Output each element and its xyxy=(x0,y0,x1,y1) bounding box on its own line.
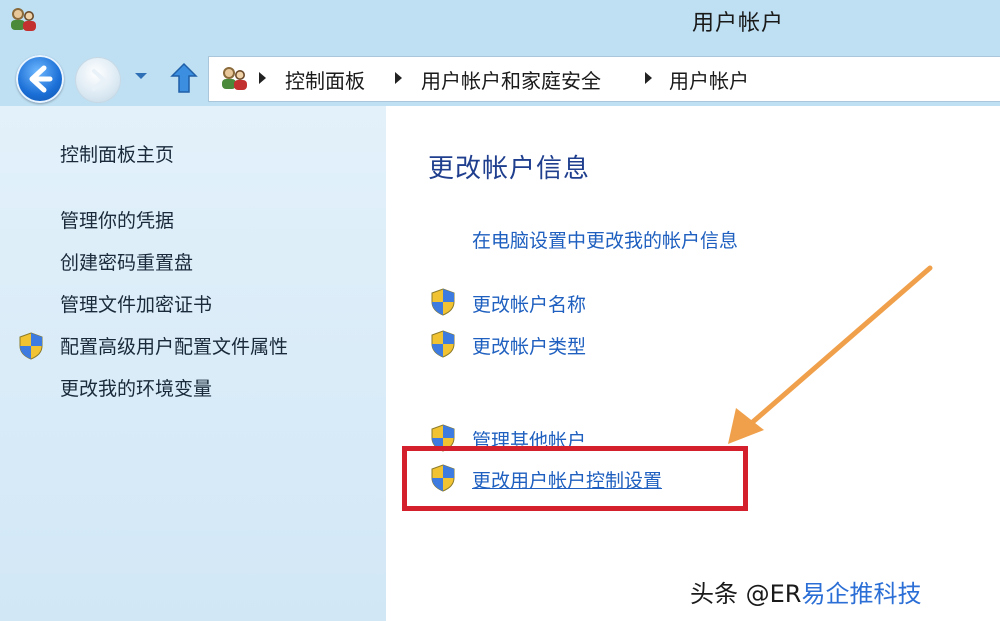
back-arrow-icon xyxy=(29,65,53,93)
uac-shield-icon xyxy=(431,288,455,316)
up-arrow-icon[interactable] xyxy=(166,60,202,96)
title-bar: 用户帐户 xyxy=(0,0,1000,48)
breadcrumb-separator-icon[interactable] xyxy=(395,72,402,84)
breadcrumb-user-accounts[interactable]: 用户帐户 xyxy=(669,65,749,94)
breadcrumb-user-accounts-family[interactable]: 用户帐户和家庭安全 xyxy=(421,65,601,94)
users-icon xyxy=(11,8,36,31)
users-icon xyxy=(222,67,247,90)
address-bar[interactable]: 控制面板 用户帐户和家庭安全 用户帐户 xyxy=(208,56,1000,102)
sidebar-item-manage-file-encryption-certificates[interactable]: 管理文件加密证书 xyxy=(60,290,212,317)
sidebar: 控制面板主页 管理你的凭据 创建密码重置盘 管理文件加密证书 配置高级用户配置文… xyxy=(0,106,386,621)
recent-pages-dropdown-icon[interactable] xyxy=(134,71,148,81)
sidebar-item-change-environment-variables[interactable]: 更改我的环境变量 xyxy=(60,374,212,401)
uac-shield-icon xyxy=(19,332,43,360)
forward-button[interactable] xyxy=(76,58,120,102)
sidebar-item-create-password-reset-disk[interactable]: 创建密码重置盘 xyxy=(60,248,193,275)
navigation-bar: 控制面板 用户帐户和家庭安全 用户帐户 xyxy=(0,48,1000,106)
sidebar-item-advanced-user-profile-properties[interactable]: 配置高级用户配置文件属性 xyxy=(60,332,288,359)
breadcrumb-control-panel[interactable]: 控制面板 xyxy=(285,65,365,94)
uac-shield-icon xyxy=(431,330,455,358)
sidebar-item-manage-credentials[interactable]: 管理你的凭据 xyxy=(60,206,174,233)
page-heading: 更改帐户信息 xyxy=(428,154,591,184)
watermark-brand: 易企推科技 xyxy=(801,580,922,608)
window-title: 用户帐户 xyxy=(692,11,785,36)
highlight-box xyxy=(402,446,748,511)
forward-arrow-icon xyxy=(92,69,107,91)
back-button[interactable] xyxy=(16,55,64,103)
sidebar-item-control-panel-home[interactable]: 控制面板主页 xyxy=(60,140,174,167)
link-change-account-name[interactable]: 更改帐户名称 xyxy=(472,290,586,317)
link-change-account-info-in-pc-settings[interactable]: 在电脑设置中更改我的帐户信息 xyxy=(472,226,738,253)
link-change-account-type[interactable]: 更改帐户类型 xyxy=(472,332,586,359)
watermark-prefix: 头条 @ER xyxy=(690,580,802,608)
breadcrumb-separator-icon[interactable] xyxy=(645,72,652,84)
breadcrumb-separator-icon[interactable] xyxy=(259,72,266,84)
pointer-arrow-icon xyxy=(728,265,933,444)
watermark: 头条 @ER易企推科技 xyxy=(690,574,921,609)
